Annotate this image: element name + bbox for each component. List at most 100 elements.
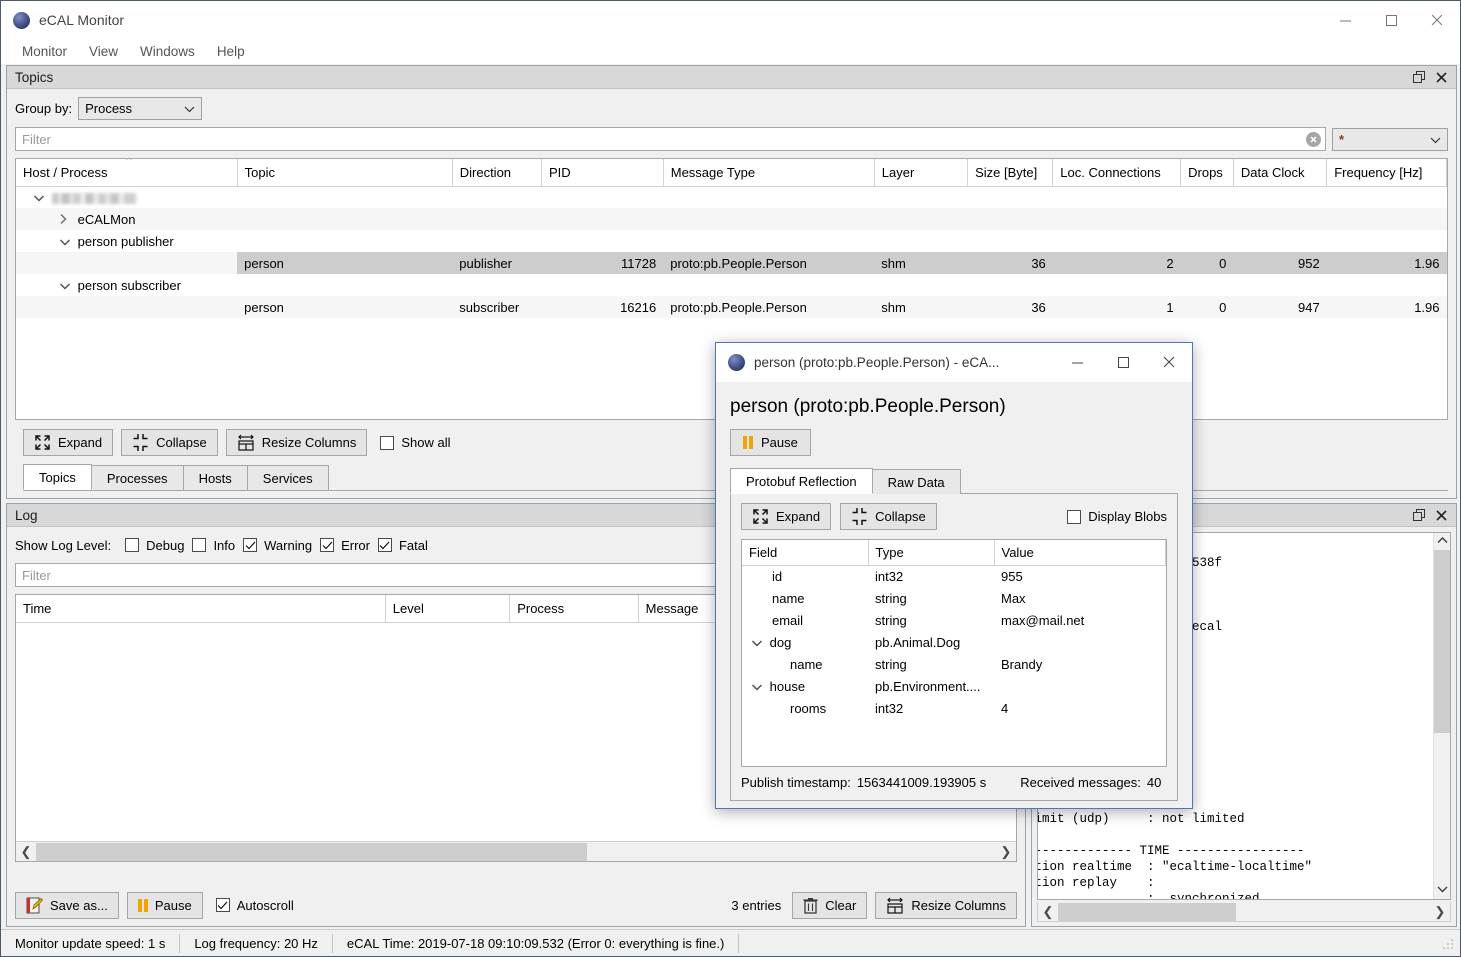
tab-processes[interactable]: Processes — [90, 465, 184, 490]
cell-loc-connections: 2 — [1052, 252, 1181, 274]
close-button[interactable] — [1414, 1, 1460, 39]
panel-close-icon[interactable] — [1430, 67, 1452, 87]
col-field[interactable]: Field — [742, 540, 869, 566]
reflection-table[interactable]: Field Type Value id int32 955 name strin… — [741, 539, 1167, 767]
log-horizontal-scrollbar[interactable]: ❮ ❯ — [16, 841, 1016, 861]
scroll-left-icon[interactable]: ❮ — [1038, 904, 1058, 920]
resize-grip-icon[interactable] — [1441, 935, 1457, 951]
col-process[interactable]: Process — [509, 595, 639, 623]
cell-value: 955 — [1001, 568, 1023, 584]
loglevel-debug-checkbox[interactable]: Debug — [125, 538, 184, 553]
scroll-down-icon[interactable] — [1437, 882, 1448, 899]
scroll-right-icon[interactable]: ❯ — [996, 844, 1016, 860]
tab-hosts[interactable]: Hosts — [182, 465, 248, 490]
col-host-process[interactable]: Host / Process ^ — [16, 159, 238, 187]
col-frequency[interactable]: Frequency [Hz] — [1326, 159, 1447, 187]
table-row[interactable]: rooms int32 4 — [742, 697, 1166, 719]
maximize-button[interactable] — [1368, 1, 1414, 39]
expander-expanded-icon[interactable] — [34, 193, 48, 205]
console-vertical-scrollbar[interactable] — [1433, 533, 1450, 899]
table-row[interactable]: name string Max — [742, 587, 1166, 609]
tab-topics[interactable]: Topics — [23, 464, 92, 490]
col-message-type[interactable]: Message Type — [663, 159, 875, 187]
scroll-up-icon[interactable] — [1437, 533, 1448, 550]
col-data-clock[interactable]: Data Clock — [1233, 159, 1328, 187]
scroll-right-icon[interactable]: ❯ — [1430, 904, 1450, 920]
topics-filter-input[interactable]: Filter — [15, 127, 1326, 151]
undock-icon[interactable] — [1408, 67, 1430, 87]
expander-expanded-icon[interactable] — [60, 237, 74, 249]
menu-windows[interactable]: Windows — [129, 42, 206, 61]
expander-collapsed-icon[interactable] — [60, 213, 74, 227]
table-row[interactable]: dog pb.Animal.Dog — [742, 631, 1166, 653]
col-level[interactable]: Level — [385, 595, 511, 623]
autoscroll-checkbox[interactable]: Autoscroll — [215, 898, 294, 913]
loglevel-warning-checkbox[interactable]: Warning — [243, 538, 312, 553]
expander-expanded-icon[interactable] — [752, 638, 766, 650]
loglevel-info-checkbox[interactable]: Info — [192, 538, 235, 553]
tab-services[interactable]: Services — [246, 465, 329, 490]
log-pause-button[interactable]: Pause — [126, 891, 203, 919]
expander-expanded-icon[interactable] — [60, 281, 74, 293]
expander-expanded-icon[interactable] — [752, 682, 766, 694]
dialog-collapse-button[interactable]: Collapse — [840, 503, 937, 530]
undock-icon[interactable] — [1408, 505, 1430, 525]
menu-monitor[interactable]: Monitor — [11, 42, 78, 61]
scrollbar-track[interactable] — [1433, 550, 1450, 882]
col-pid[interactable]: PID — [541, 159, 664, 187]
col-loc-connections[interactable]: Loc. Connections — [1052, 159, 1182, 187]
dialog-maximize-button[interactable] — [1100, 343, 1146, 381]
scroll-left-icon[interactable]: ❮ — [16, 844, 36, 860]
scrollbar-thumb[interactable] — [1433, 550, 1450, 733]
display-blobs-checkbox[interactable]: Display Blobs — [1067, 509, 1167, 524]
log-resize-columns-button[interactable]: Resize Columns — [875, 891, 1017, 919]
scrollbar-track[interactable] — [1058, 902, 1430, 921]
table-row[interactable]: name string Brandy — [742, 653, 1166, 675]
scrollbar-thumb[interactable] — [36, 842, 587, 861]
dialog-minimize-button[interactable] — [1054, 343, 1100, 381]
expand-button[interactable]: Expand — [23, 429, 114, 456]
col-time[interactable]: Time — [16, 595, 386, 623]
table-row[interactable]: person subscriber — [16, 274, 1447, 296]
cell-pid: 16216 — [541, 296, 664, 318]
table-row[interactable]: eCALMon — [16, 208, 1447, 230]
menu-view[interactable]: View — [78, 42, 129, 61]
table-row[interactable]: house pb.Environment.... — [742, 675, 1166, 697]
col-drops[interactable]: Drops — [1180, 159, 1234, 187]
show-all-checkbox[interactable]: Show all — [380, 435, 450, 450]
col-value[interactable]: Value — [994, 540, 1166, 566]
table-row[interactable]: person publisher — [16, 230, 1447, 252]
message-type-filter-select[interactable]: * — [1332, 127, 1448, 151]
col-direction[interactable]: Direction — [452, 159, 543, 187]
clear-log-button[interactable]: Clear — [792, 891, 868, 919]
scrollbar-track[interactable] — [36, 842, 996, 861]
loglevel-error-checkbox[interactable]: Error — [320, 538, 370, 553]
cell-field: name — [772, 590, 805, 606]
table-row[interactable]: person publisher 11728 proto:pb.People.P… — [16, 252, 1447, 274]
table-row[interactable]: person subscriber 16216 proto:pb.People.… — [16, 296, 1447, 318]
clear-filter-icon[interactable] — [1306, 131, 1321, 147]
dialog-expand-button[interactable]: Expand — [741, 503, 832, 530]
table-row[interactable] — [16, 186, 1447, 208]
col-topic[interactable]: Topic — [237, 159, 453, 187]
save-as-button[interactable]: Save as... — [15, 891, 119, 919]
collapse-button[interactable]: Collapse — [121, 429, 218, 456]
tab-raw-data[interactable]: Raw Data — [871, 469, 961, 494]
menu-help[interactable]: Help — [206, 42, 256, 61]
console-horizontal-scrollbar[interactable]: ❮ ❯ — [1037, 902, 1451, 922]
group-by-select[interactable]: Process — [78, 96, 203, 120]
col-layer[interactable]: Layer — [874, 159, 969, 187]
table-row[interactable]: email string max@mail.net — [742, 609, 1166, 631]
col-type[interactable]: Type — [868, 540, 995, 566]
tab-protobuf-reflection[interactable]: Protobuf Reflection — [730, 468, 873, 494]
col-size[interactable]: Size [Byte] — [967, 159, 1054, 187]
table-row[interactable]: id int32 955 — [742, 565, 1166, 587]
scrollbar-thumb[interactable] — [1058, 902, 1236, 921]
resize-columns-button[interactable]: Resize Columns — [225, 429, 368, 456]
dialog-pause-button[interactable]: Pause — [730, 429, 811, 456]
loglevel-fatal-checkbox[interactable]: Fatal — [377, 538, 428, 553]
panel-close-icon[interactable] — [1430, 505, 1452, 525]
minimize-button[interactable] — [1322, 1, 1368, 39]
dialog-close-button[interactable] — [1146, 343, 1192, 381]
message-type-filter-value: * — [1339, 131, 1345, 147]
